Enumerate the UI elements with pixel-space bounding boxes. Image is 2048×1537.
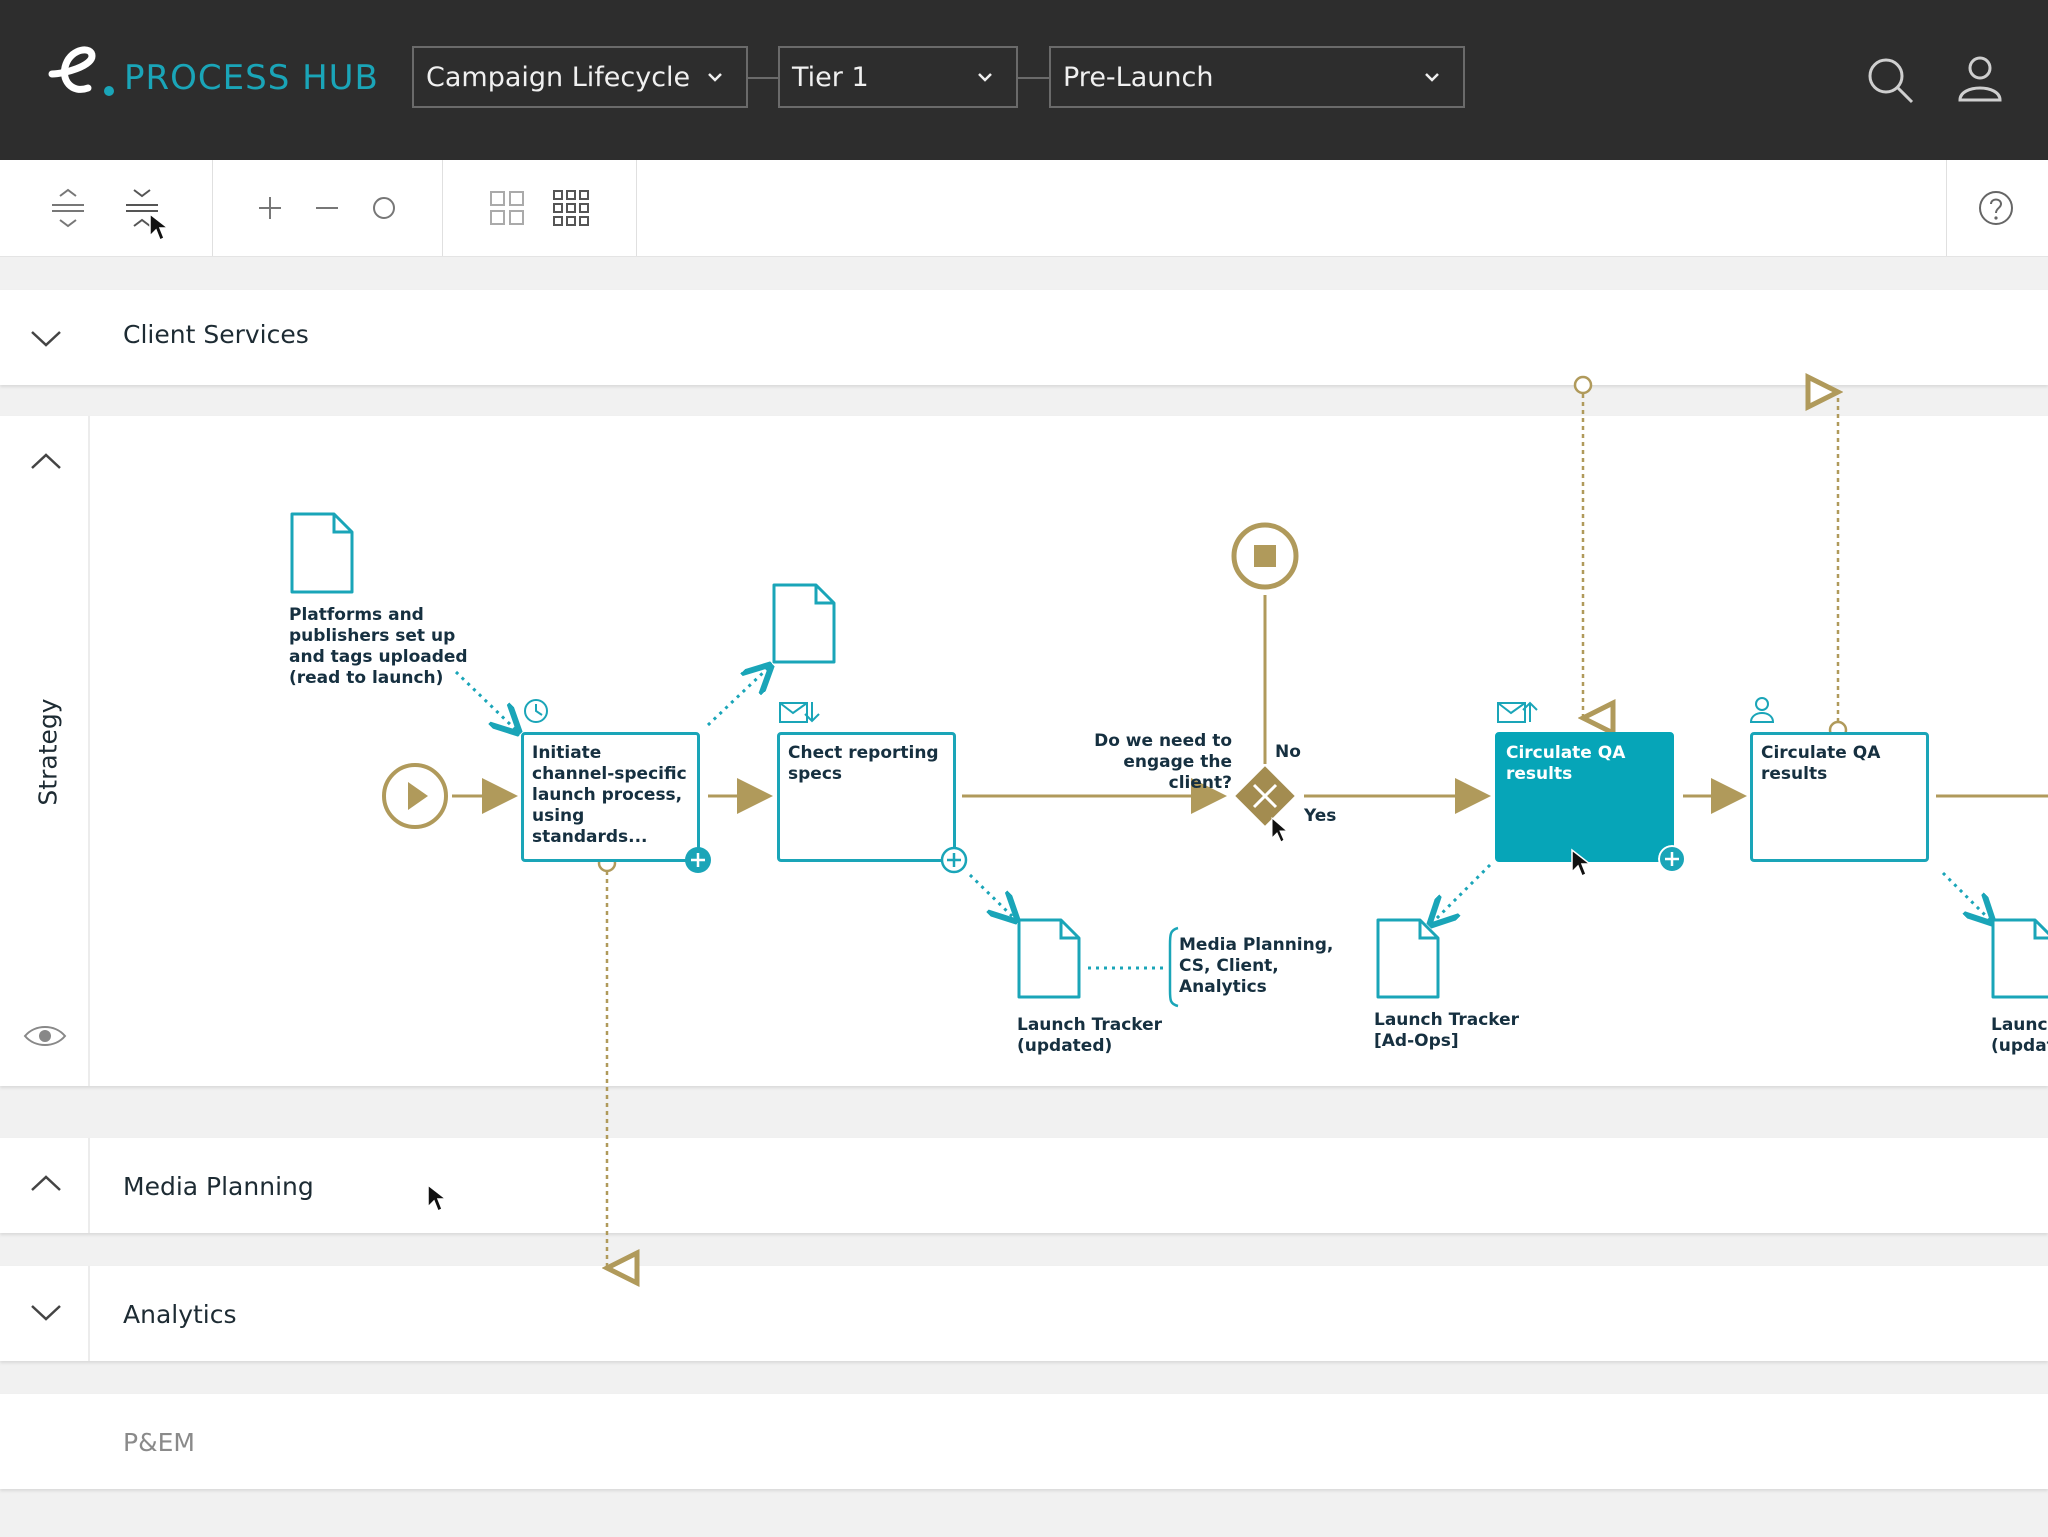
toolbar-divider (636, 160, 637, 256)
task-label: Chect reporting specs (788, 743, 939, 784)
top-bar: PROCESS HUB Campaign Lifecycle Tier 1 Pr… (0, 0, 2048, 160)
gateway-no-label: No (1275, 742, 1301, 762)
chevron-up-icon[interactable] (26, 442, 66, 482)
stage-select-value: Pre-Launch (1063, 61, 1214, 93)
doc-label-launch-partial: Launch (updat (1991, 1015, 2048, 1057)
app-title: PROCESS HUB (124, 58, 379, 98)
process-select-value: Campaign Lifecycle (426, 61, 691, 93)
chevron-down-icon (708, 73, 722, 82)
user-profile-icon[interactable] (1952, 52, 2008, 108)
help-icon[interactable] (1976, 188, 2016, 228)
annotation-roles: Media Planning, CS, Client, Analytics (1179, 935, 1339, 998)
process-select[interactable]: Campaign Lifecycle (412, 46, 748, 108)
lane-title-pem: P&EM (123, 1428, 195, 1457)
tier-select[interactable]: Tier 1 (778, 46, 1018, 108)
gateway-yes-label: Yes (1304, 806, 1337, 826)
doc-label-launch-tracker-updated: Launch Tracker (updated) (1017, 1015, 1177, 1057)
mouse-cursor-icon (149, 212, 170, 242)
doc-label-line: Launch Tracker (1017, 1015, 1163, 1035)
doc-label-line: publishers set up (289, 626, 456, 646)
lane-title-client-services: Client Services (123, 320, 309, 349)
gateway-question-label: Do we need to engage the client? (1060, 731, 1232, 794)
chevron-down-icon[interactable] (26, 318, 66, 358)
annotation-line: Media Planning, (1179, 935, 1334, 955)
lane-media-planning[interactable]: Media Planning (0, 1138, 2048, 1233)
search-icon[interactable] (1862, 52, 1918, 108)
task-label: Circulate QA results (1506, 743, 1626, 784)
lane-strategy (0, 416, 2048, 1086)
doc-label-line: (updated) (1017, 1036, 1113, 1056)
task-check-reporting[interactable]: Chect reporting specs (777, 732, 956, 862)
task-circulate-qa[interactable]: Circulate QA results (1750, 732, 1929, 862)
grid-large-icon[interactable] (551, 188, 591, 228)
lane-analytics-sidebar (0, 1266, 90, 1361)
reset-zoom-icon[interactable] (364, 188, 404, 228)
add-element-icon[interactable] (1658, 845, 1686, 873)
add-element-icon[interactable] (940, 846, 968, 874)
task-label: Initiate channel-specific launch process… (532, 743, 687, 847)
lane-title-strategy: Strategy (33, 698, 63, 806)
doc-label-line: Launch (1991, 1015, 2048, 1035)
add-element-icon[interactable] (684, 846, 712, 874)
gateway-question-line: Do we need to (1094, 731, 1232, 751)
mouse-cursor-icon (1571, 848, 1592, 878)
lane-title-media-planning: Media Planning (123, 1172, 314, 1201)
chevron-up-icon[interactable] (26, 1164, 66, 1204)
annotation-line: CS, Client, (1179, 956, 1279, 976)
lane-analytics[interactable]: Analytics (0, 1266, 2048, 1361)
task-label: Circulate QA results (1761, 743, 1881, 784)
doc-label-platforms: Platforms and publishers set up and tags… (289, 605, 469, 689)
lane-pem[interactable]: P&EM (0, 1394, 2048, 1489)
doc-label-line: Platforms and (289, 605, 424, 625)
doc-label-launch-tracker-adops: Launch Tracker [Ad-Ops] (1374, 1010, 1534, 1052)
tier-select-value: Tier 1 (792, 61, 869, 93)
gateway-question-line: engage the client? (1123, 752, 1232, 793)
doc-label-line: (read to launch) (289, 668, 444, 688)
filter-connector (1018, 77, 1049, 79)
mouse-cursor-icon (427, 1183, 448, 1213)
logo-dot (104, 86, 114, 96)
lane-media-planning-sidebar (0, 1138, 90, 1233)
zoom-in-icon[interactable] (250, 188, 290, 228)
lane-client-services[interactable]: Client Services (0, 290, 2048, 385)
grid-small-icon[interactable] (487, 188, 527, 228)
visibility-eye-icon[interactable] (22, 1016, 68, 1056)
toolbar-divider (212, 160, 213, 256)
task-initiate-launch[interactable]: Initiate channel-specific launch process… (521, 732, 700, 862)
zoom-out-icon[interactable] (307, 188, 347, 228)
chevron-down-icon[interactable] (26, 1292, 66, 1332)
task-circulate-qa-active[interactable]: Circulate QA results (1495, 732, 1674, 862)
chevron-down-icon (978, 73, 992, 82)
chevron-down-icon (1425, 73, 1439, 82)
toolbar-divider (442, 160, 443, 256)
stage-select[interactable]: Pre-Launch (1049, 46, 1465, 108)
diagram-toolbar (0, 160, 2048, 257)
filter-connector (748, 77, 778, 79)
expand-all-icon[interactable] (48, 188, 88, 228)
lane-title-analytics: Analytics (123, 1300, 237, 1329)
doc-label-line: [Ad-Ops] (1374, 1031, 1459, 1051)
toolbar-divider (1946, 160, 1947, 256)
app-logo[interactable] (44, 44, 114, 104)
doc-label-line: and tags uploaded (289, 647, 468, 667)
doc-label-line: Launch Tracker (1374, 1010, 1520, 1030)
logo-mark-icon (48, 46, 96, 93)
doc-label-line: (updat (1991, 1036, 2048, 1056)
annotation-line: Analytics (1179, 977, 1267, 997)
